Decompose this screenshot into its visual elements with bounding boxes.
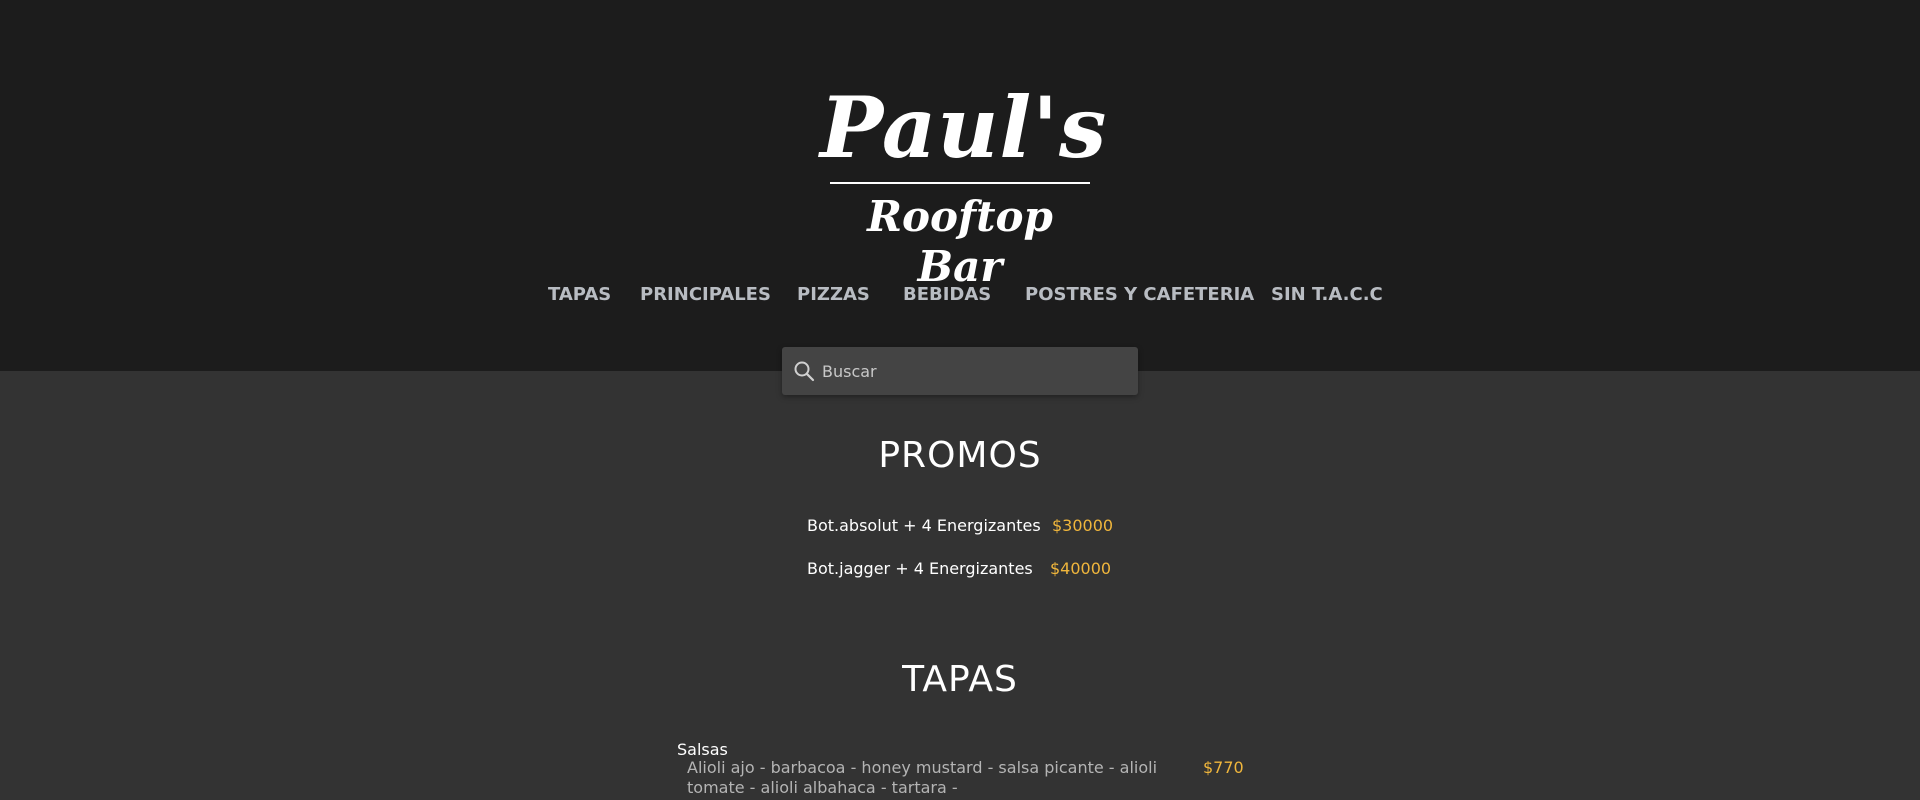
nav-item-tapas[interactable]: TAPAS xyxy=(548,280,611,310)
menu-page: Paul's Rooftop Bar TAPAS PRINCIPALES PIZ… xyxy=(0,0,1920,800)
nav-item-pizzas[interactable]: PIZZAS xyxy=(797,280,870,310)
nav-item-principales[interactable]: PRINCIPALES xyxy=(640,280,771,310)
search-input[interactable] xyxy=(822,355,1122,387)
search-box[interactable] xyxy=(782,347,1138,395)
promo-item-name: Bot.absolut + 4 Energizantes xyxy=(807,516,1041,535)
brand-logo[interactable]: Paul's Rooftop Bar xyxy=(820,78,1108,292)
brand-name: Paul's xyxy=(820,78,1108,177)
site-header: Paul's Rooftop Bar TAPAS PRINCIPALES PIZ… xyxy=(0,0,1920,371)
brand-subtitle: Rooftop Bar xyxy=(867,192,1053,291)
promo-item-price: $30000 xyxy=(1052,516,1114,535)
promo-item[interactable]: Bot.jagger + 4 Energizantes $40000 xyxy=(0,557,1920,581)
section-title-tapas: TAPAS xyxy=(902,659,1018,700)
logo-divider xyxy=(830,182,1090,184)
promo-item-name: Bot.jagger + 4 Energizantes xyxy=(807,559,1033,578)
promo-item-price: $40000 xyxy=(1050,559,1112,578)
nav-item-sin-tacc[interactable]: SIN T.A.C.C xyxy=(1271,280,1383,310)
promo-item[interactable]: Bot.absolut + 4 Energizantes $30000 xyxy=(0,514,1920,538)
nav-item-postres-y-cafeteria[interactable]: POSTRES Y CAFETERIA xyxy=(1025,280,1254,310)
nav-item-bebidas[interactable]: BEBIDAS xyxy=(903,280,991,310)
menu-item-description: Alioli ajo - barbacoa - honey mustard - … xyxy=(687,758,1158,797)
category-nav: TAPAS PRINCIPALES PIZZAS BEBIDAS POSTRES… xyxy=(0,280,1920,310)
menu-item-price: $770 xyxy=(1203,758,1244,777)
section-title-promos: PROMOS xyxy=(878,435,1042,476)
search-icon xyxy=(792,359,816,383)
